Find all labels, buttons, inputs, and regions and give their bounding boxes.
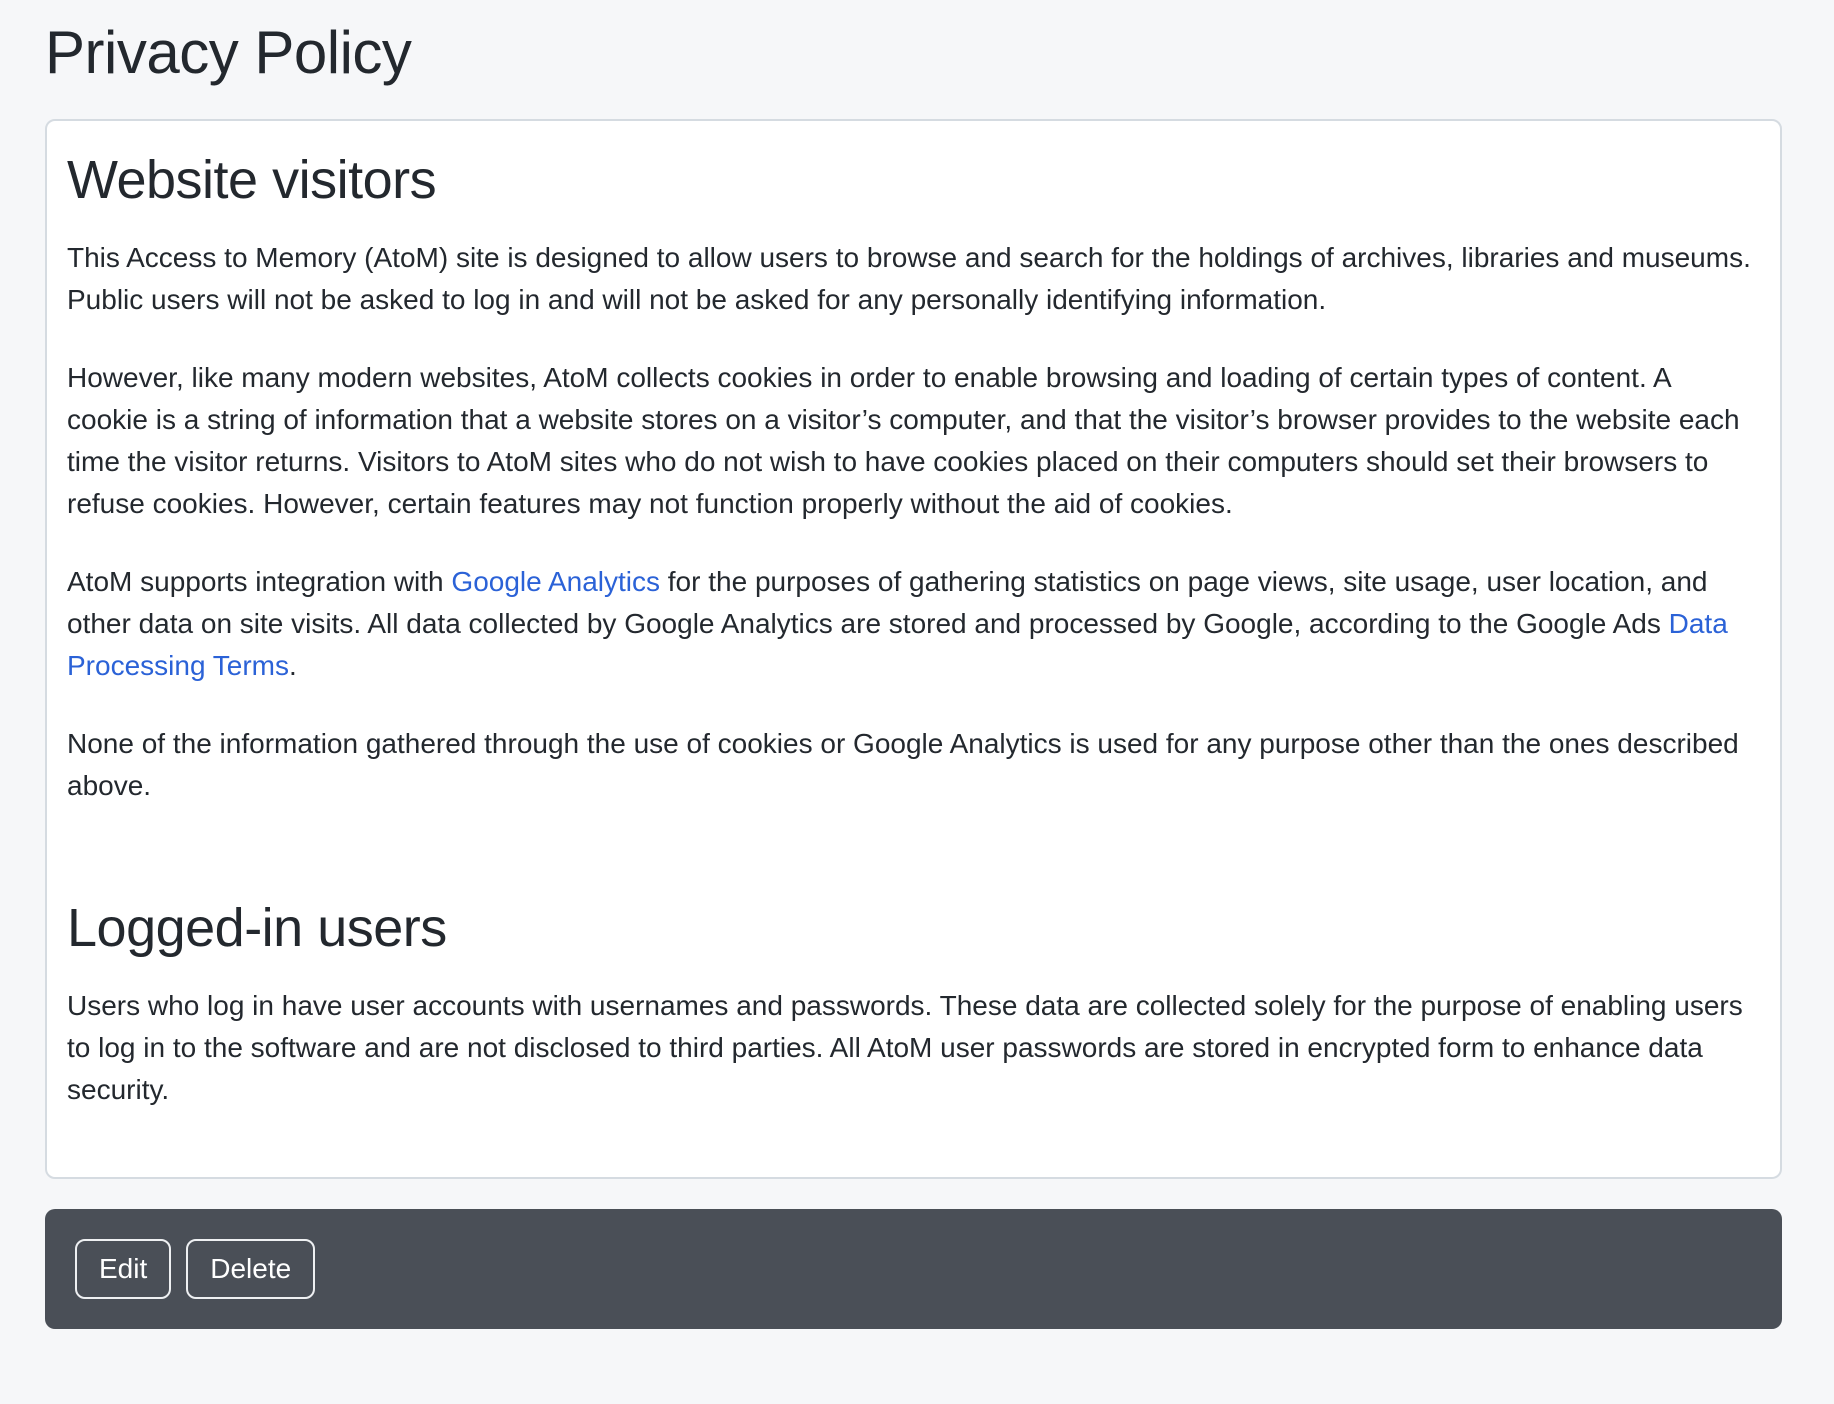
privacy-policy-page: Privacy Policy Website visitors This Acc… (0, 0, 1834, 1404)
edit-button[interactable]: Edit (75, 1239, 171, 1299)
paragraph-text: . (289, 650, 297, 681)
paragraph-analytics: AtoM supports integration with Google An… (67, 561, 1752, 687)
section-heading-website-visitors: Website visitors (67, 147, 1754, 213)
actions-bar: Edit Delete (45, 1209, 1782, 1329)
section-heading-logged-in-users: Logged-in users (67, 895, 1754, 961)
paragraph-text: AtoM supports integration with (67, 566, 451, 597)
paragraph-no-other-use: None of the information gathered through… (67, 723, 1752, 807)
paragraph-user-accounts: Users who log in have user accounts with… (67, 985, 1752, 1111)
content-card: Website visitors This Access to Memory (… (45, 119, 1782, 1179)
delete-button[interactable]: Delete (186, 1239, 315, 1299)
google-analytics-link[interactable]: Google Analytics (451, 566, 660, 597)
paragraph-cookies: However, like many modern websites, AtoM… (67, 357, 1752, 525)
paragraph-site-purpose: This Access to Memory (AtoM) site is des… (67, 237, 1752, 321)
page-title: Privacy Policy (45, 18, 1782, 87)
